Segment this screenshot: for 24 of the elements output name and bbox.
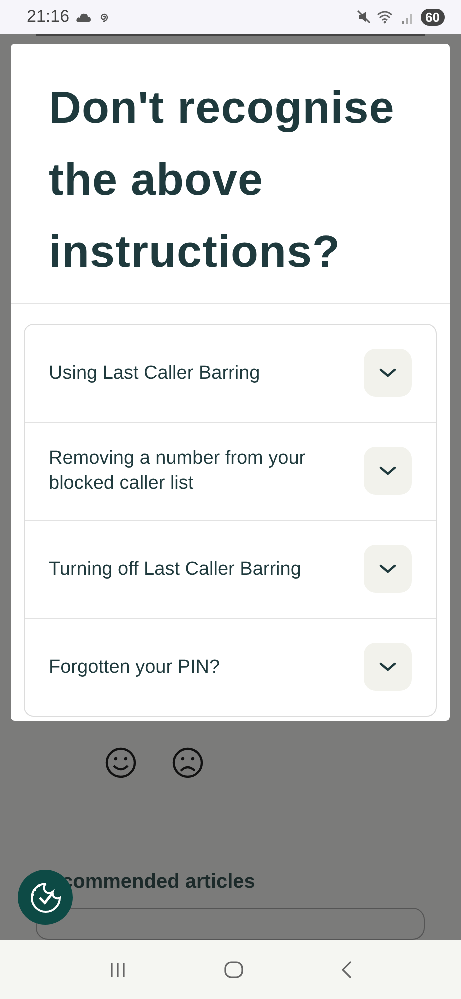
accordion-label: Removing a number from your blocked caller list	[49, 447, 307, 496]
chevron-icon	[378, 367, 398, 380]
home-icon[interactable]	[224, 960, 244, 978]
accordion-item[interactable]: Forgotten your PIN?	[25, 618, 436, 716]
recent-apps-icon[interactable]	[108, 962, 126, 978]
accordion-item[interactable]: Removing a number from your blocked caller list	[25, 422, 436, 520]
chevron-icon	[378, 465, 398, 478]
battery-level: 60	[420, 8, 445, 26]
cloud-icon	[76, 12, 92, 22]
accordion-label: Using Last Caller Barring	[49, 362, 262, 386]
smiley-face-icon[interactable]	[105, 747, 137, 779]
cookie-check-icon	[28, 880, 62, 914]
accordion-label: Forgotten your PIN?	[49, 656, 222, 680]
back-icon[interactable]	[340, 960, 352, 978]
wifi-icon	[376, 10, 395, 24]
frowning-face-icon[interactable]	[172, 747, 204, 779]
accordion-item[interactable]: Using Last Caller Barring	[25, 324, 436, 422]
status-time: 21:16	[27, 7, 70, 27]
chevron-icon	[378, 563, 398, 576]
accordion-item[interactable]: Turning off Last Caller Barring	[25, 520, 436, 618]
accordion-label: Turning off Last Caller Barring	[49, 558, 302, 582]
chevron-icon	[378, 661, 398, 674]
mute-icon	[356, 10, 371, 24]
modal-title: Don't recognise the above instructions?	[48, 80, 396, 279]
